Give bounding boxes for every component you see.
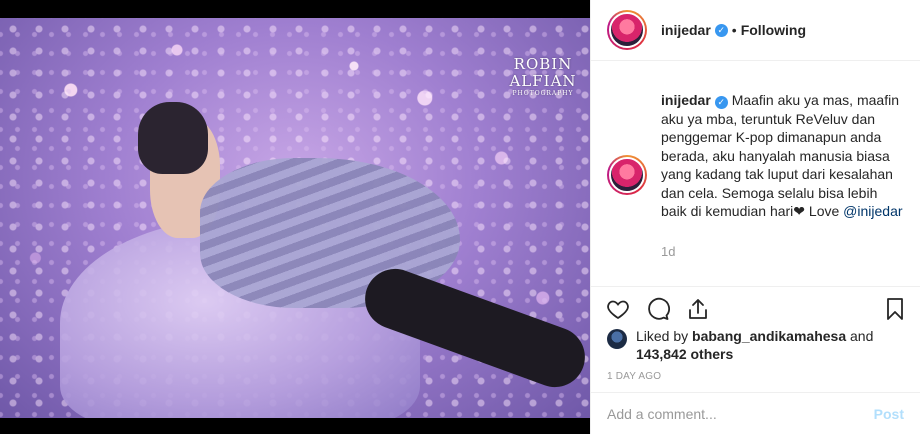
likes-and: and: [850, 328, 874, 344]
verified-badge-icon: ✓: [714, 96, 728, 109]
post-actions: Liked by babang_andikamahesa and 143,842…: [591, 286, 920, 434]
caption-block: inijedar ✓ Maafin aku ya mas, maafin aku …: [591, 61, 920, 286]
likes-count-link[interactable]: 143,842 others: [636, 346, 733, 362]
bookmark-icon[interactable]: [882, 296, 908, 322]
following-button[interactable]: Following: [741, 22, 806, 38]
model-hair: [138, 102, 208, 174]
comment-icon[interactable]: [645, 296, 671, 322]
share-icon[interactable]: [685, 296, 711, 322]
avatar-image: [609, 157, 645, 193]
header-separator: •: [731, 22, 737, 38]
verified-badge-icon: ✓: [714, 23, 728, 37]
watermark-line-2: ALFIAN: [509, 72, 577, 90]
caption-username[interactable]: inijedar: [661, 92, 711, 108]
comment-input[interactable]: [607, 405, 874, 422]
caption-mention-link[interactable]: @inijedar: [843, 203, 902, 219]
instagram-post: ROBIN ALFIAN PHOTOGRAPHY inijedar ✓ • Fo…: [0, 0, 920, 434]
comment-bar: Post: [591, 392, 920, 434]
post-comment-button[interactable]: Post: [874, 406, 904, 422]
watermark-line-3: PHOTOGRAPHY: [512, 90, 574, 97]
likes-summary: Liked by babang_andikamahesa and 143,842…: [591, 327, 920, 363]
post-sidebar: inijedar ✓ • Following inijedar ✓ Maafin …: [590, 0, 920, 434]
avatar-image: [609, 12, 645, 48]
liker-avatar[interactable]: [607, 329, 627, 349]
post-photo[interactable]: ROBIN ALFIAN PHOTOGRAPHY: [0, 18, 590, 418]
watermark-line-1: ROBIN: [513, 55, 573, 73]
action-icons-bar: [591, 291, 920, 325]
caption-time: 1d: [661, 243, 676, 259]
post-timestamp[interactable]: 1 DAY AGO: [591, 371, 920, 382]
likes-text: Liked by babang_andikamahesa and 143,842…: [636, 327, 873, 363]
post-media: ROBIN ALFIAN PHOTOGRAPHY: [0, 0, 590, 434]
caption-body: inijedar ✓ Maafin aku ya mas, maafin aku …: [661, 91, 904, 286]
likes-prefix: Liked by: [636, 328, 689, 344]
caption-avatar[interactable]: [607, 155, 647, 195]
caption-text: Maafin aku ya mas, maafin aku ya mba, te…: [661, 92, 899, 219]
author-username[interactable]: inijedar: [661, 22, 711, 38]
post-header: inijedar ✓ • Following: [591, 0, 920, 61]
heart-icon[interactable]: [605, 296, 631, 322]
photographer-watermark: ROBIN ALFIAN PHOTOGRAPHY: [507, 55, 579, 98]
author-avatar[interactable]: [607, 10, 647, 50]
liker-username-link[interactable]: babang_andikamahesa: [692, 328, 846, 344]
